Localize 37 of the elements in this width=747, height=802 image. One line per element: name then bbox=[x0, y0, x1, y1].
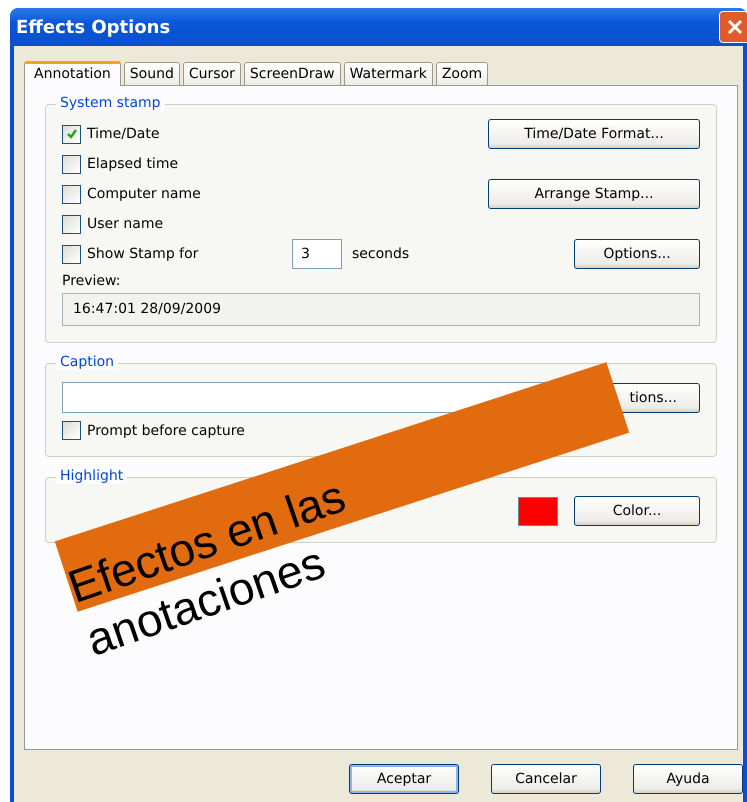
checkbox[interactable] bbox=[62, 421, 81, 440]
checkbox-label: Computer name bbox=[87, 186, 201, 202]
checkbox[interactable] bbox=[62, 244, 81, 264]
group-title: Caption bbox=[56, 354, 118, 370]
checkbox-label: Prompt before capture bbox=[87, 422, 245, 438]
checkbox-label: Time/Date bbox=[87, 126, 160, 142]
close-icon bbox=[725, 17, 745, 37]
checkbox[interactable] bbox=[62, 184, 81, 204]
unit-label: seconds bbox=[352, 246, 410, 262]
preview-field: 16:47:01 28/09/2009 bbox=[62, 293, 700, 326]
button[interactable]: Options... bbox=[574, 239, 700, 269]
group-title: System stamp bbox=[56, 95, 165, 111]
window-title: Effects Options bbox=[16, 16, 170, 38]
tab[interactable]: Cursor bbox=[182, 62, 241, 85]
color-swatch[interactable] bbox=[518, 496, 558, 526]
check-icon bbox=[66, 128, 78, 140]
button[interactable]: Cancelar bbox=[491, 764, 601, 794]
button[interactable]: Arrange Stamp... bbox=[488, 179, 700, 209]
group-title: Highlight bbox=[56, 468, 128, 484]
number-field[interactable]: 3 bbox=[292, 239, 342, 269]
close-button[interactable] bbox=[719, 11, 747, 43]
color-button[interactable]: Color... bbox=[574, 496, 700, 526]
tab[interactable]: ScreenDraw bbox=[244, 62, 341, 85]
tab[interactable]: Annotation bbox=[24, 61, 121, 86]
tab[interactable]: Sound bbox=[124, 62, 180, 85]
checkbox[interactable] bbox=[62, 154, 81, 174]
preview-label: Preview: bbox=[62, 273, 122, 291]
button[interactable]: Time/Date Format... bbox=[488, 119, 700, 149]
checkbox-label: Elapsed time bbox=[87, 156, 178, 172]
tab[interactable]: Zoom bbox=[436, 62, 488, 85]
button[interactable]: Ayuda bbox=[633, 764, 743, 794]
checkbox-label: Show Stamp for bbox=[87, 246, 198, 262]
checkbox[interactable] bbox=[62, 214, 81, 234]
tab[interactable]: Watermark bbox=[344, 62, 433, 85]
button[interactable]: Aceptar bbox=[349, 764, 459, 794]
checkbox-label: User name bbox=[87, 216, 164, 232]
checkbox[interactable] bbox=[62, 124, 81, 144]
